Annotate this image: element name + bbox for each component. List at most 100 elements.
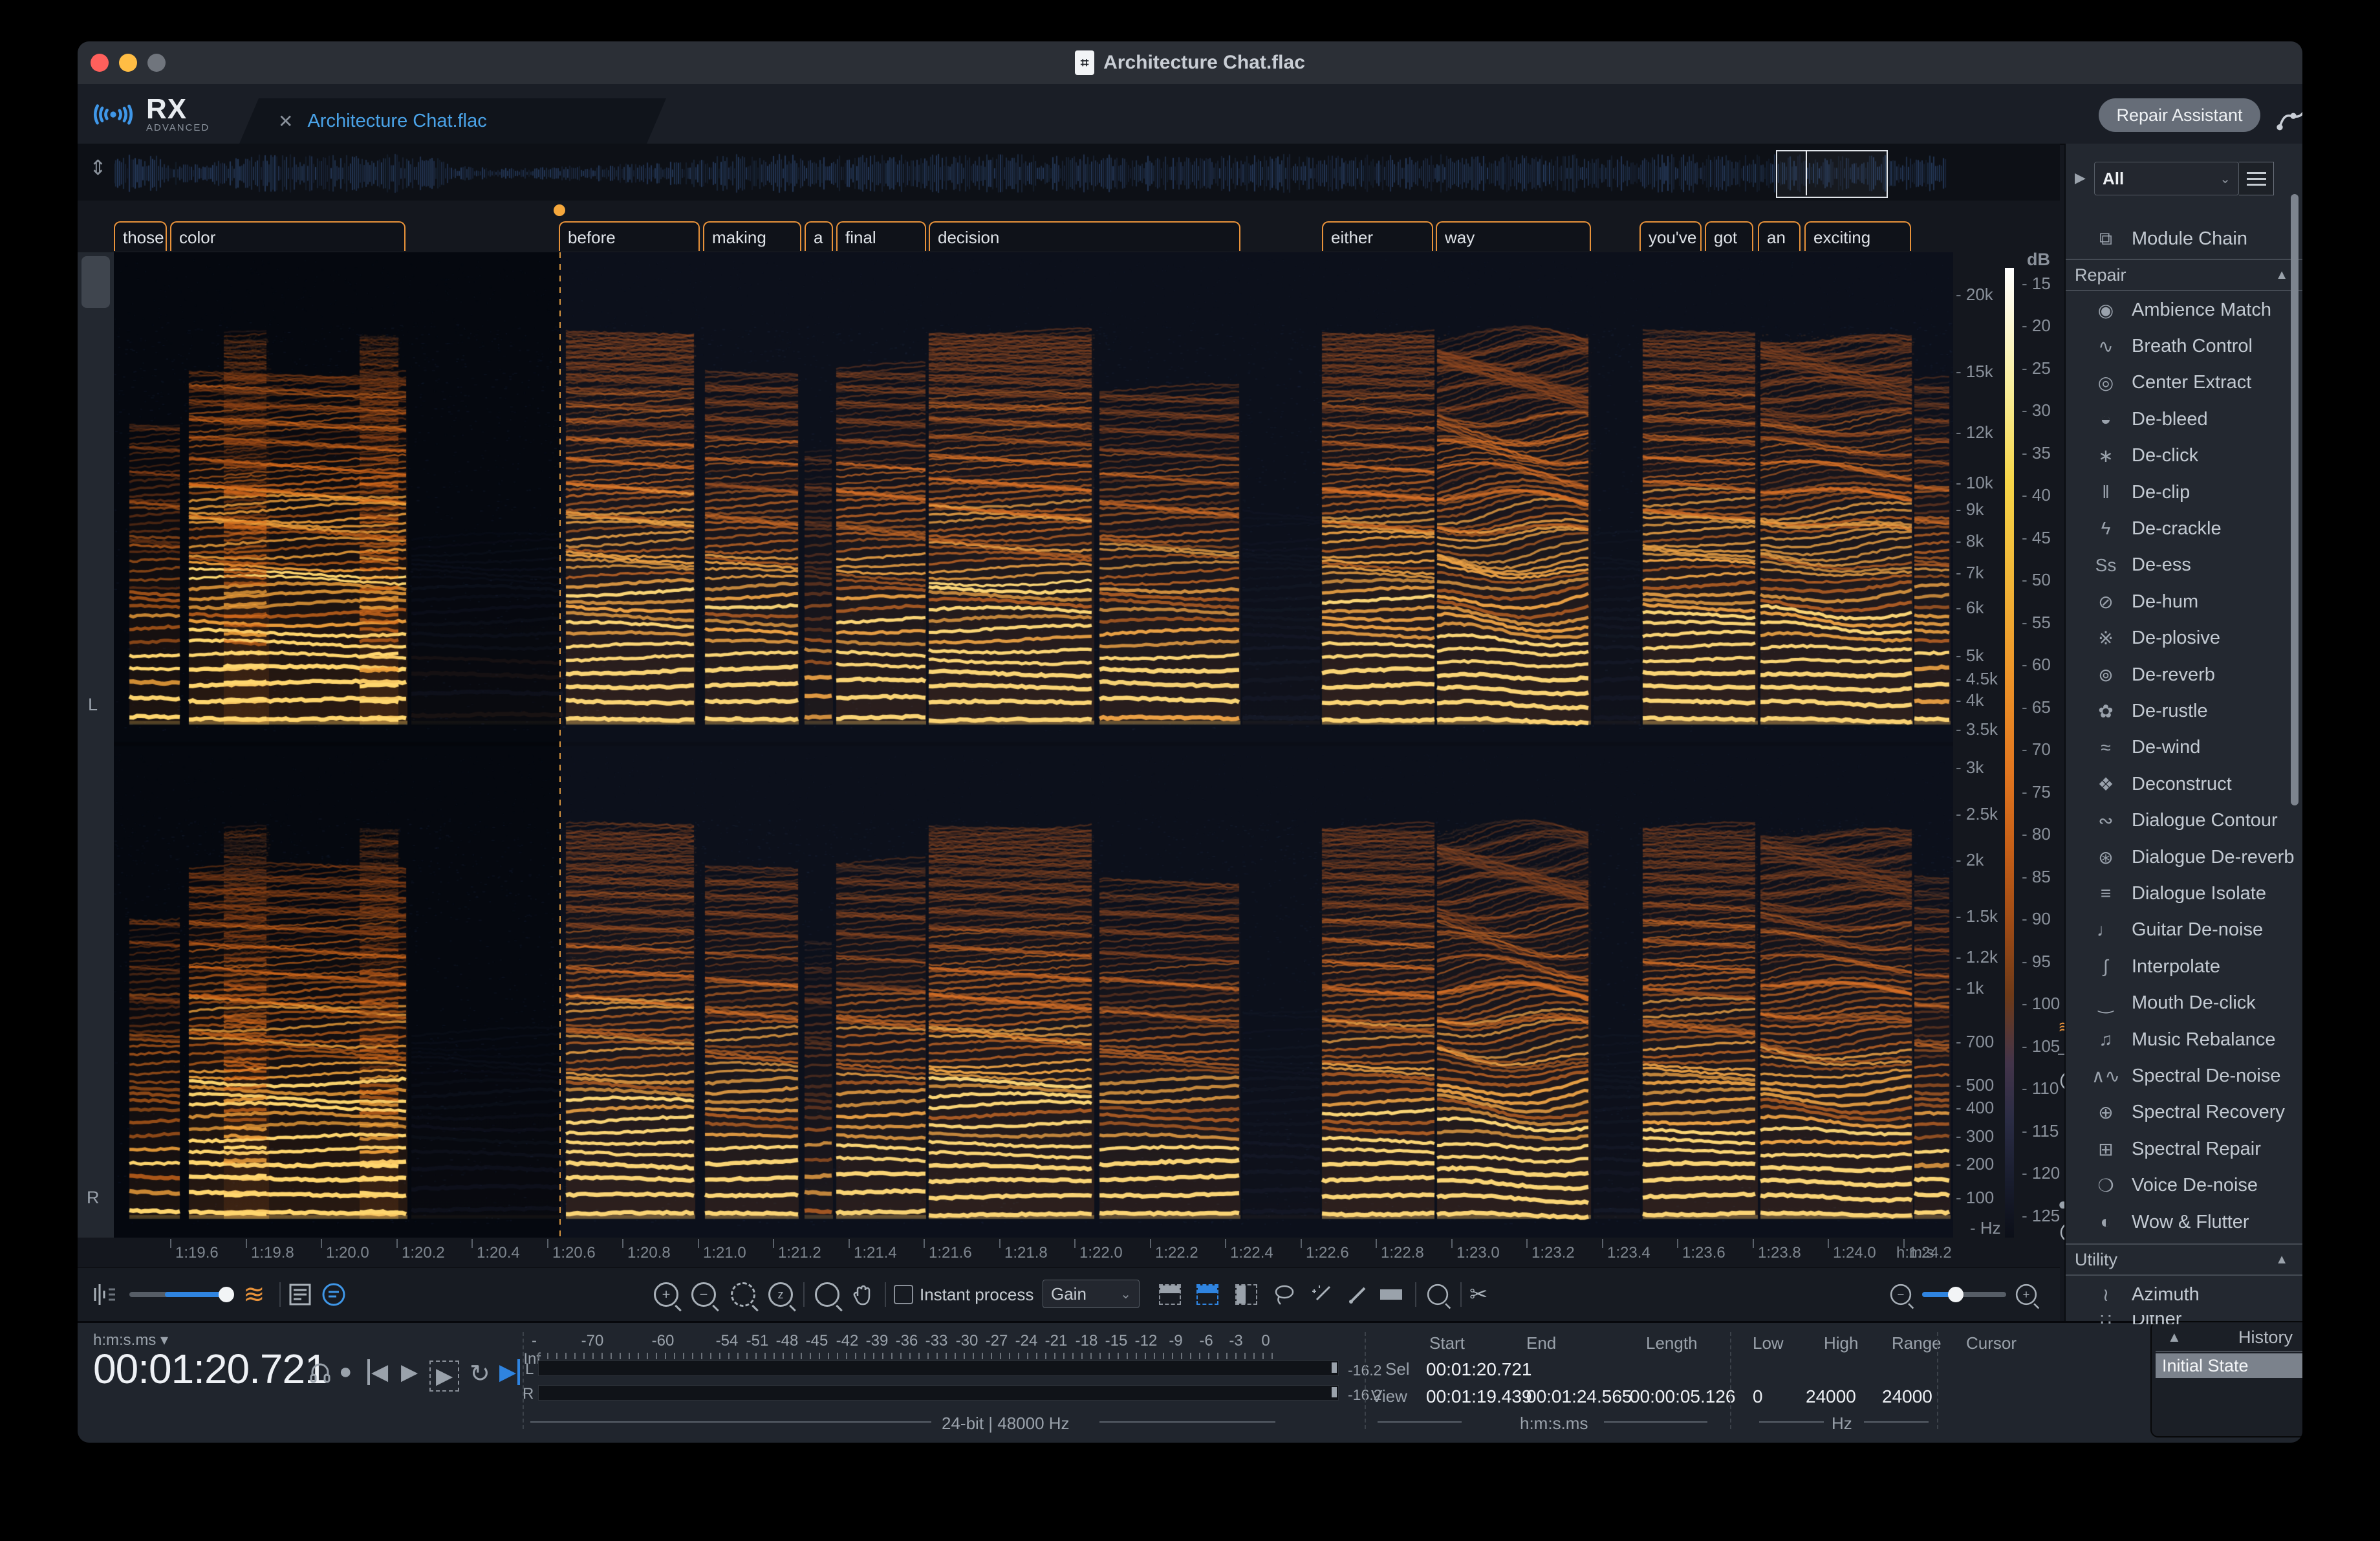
brush-tool-icon[interactable] xyxy=(1347,1280,1370,1309)
module-list-scrollbar[interactable] xyxy=(2291,194,2299,805)
record-button[interactable]: ● xyxy=(339,1359,352,1384)
word-marker[interactable]: color xyxy=(170,221,406,251)
h-zoom-out-icon[interactable]: − xyxy=(1888,1280,1913,1309)
word-marker[interactable]: those xyxy=(114,221,167,251)
word-marker[interactable]: exciting xyxy=(1804,221,1911,251)
comments-icon[interactable] xyxy=(321,1280,347,1309)
module-item[interactable]: ◐Wow & Flutter xyxy=(2066,1206,2302,1238)
collapse-triangle-icon[interactable]: ▲ xyxy=(2275,1252,2288,1267)
module-item[interactable]: SsDe-ess xyxy=(2066,549,2302,582)
history-item[interactable]: Initial State xyxy=(2156,1353,2302,1378)
module-item[interactable]: ∧∿Spectral De-noise xyxy=(2066,1060,2302,1092)
tab-close-icon[interactable]: ✕ xyxy=(278,111,293,132)
zoom-reset-icon[interactable]: z xyxy=(768,1280,793,1309)
view-balance-slider[interactable] xyxy=(129,1280,233,1309)
time-frequency-selection-tool-icon[interactable] xyxy=(1196,1280,1218,1309)
panel-collapse-icon[interactable]: ▶ xyxy=(2075,169,2086,186)
module-item[interactable]: ❖Deconstruct xyxy=(2066,768,2302,800)
module-item[interactable]: ∾Dialogue Contour xyxy=(2066,805,2302,837)
module-item[interactable]: ⊕Spectral Recovery xyxy=(2066,1097,2302,1129)
h-zoom-in-icon[interactable]: + xyxy=(2014,1280,2039,1309)
signal-flow-icon[interactable] xyxy=(2275,97,2302,133)
waveform-stats-icon[interactable] xyxy=(288,1280,312,1309)
monitor-icon[interactable] xyxy=(308,1359,332,1384)
module-item[interactable]: ∷Dither xyxy=(2066,1315,2302,1324)
instant-process-checkbox[interactable] xyxy=(894,1280,913,1309)
magic-wand-tool-icon[interactable] xyxy=(1310,1280,1334,1309)
module-item[interactable]: ϟDe-crackle xyxy=(2066,512,2302,545)
marquee-block-tool-icon[interactable] xyxy=(1380,1280,1402,1309)
playhead-marker[interactable] xyxy=(554,204,565,216)
module-item[interactable]: ♩Guitar De-noise xyxy=(2066,914,2302,946)
hand-tool-icon[interactable] xyxy=(852,1280,874,1309)
module-item[interactable]: ⊘De-hum xyxy=(2066,585,2302,618)
overview-selection-box[interactable] xyxy=(1776,150,1888,198)
module-menu-button[interactable] xyxy=(2239,162,2274,195)
view-end-value[interactable]: 00:01:24.565 xyxy=(1526,1386,1632,1407)
word-marker[interactable]: decision xyxy=(929,221,1240,251)
module-item[interactable]: ≡Dialogue Isolate xyxy=(2066,877,2302,910)
module-item[interactable]: ‖De-clip xyxy=(2066,476,2302,508)
zoom-out-icon[interactable]: − xyxy=(691,1280,716,1309)
module-item[interactable]: ♫Music Rebalance xyxy=(2066,1023,2302,1056)
module-item[interactable]: ◉Ambience Match xyxy=(2066,294,2302,326)
play-selection-button[interactable]: ▶ xyxy=(429,1361,459,1392)
word-marker[interactable]: before xyxy=(559,221,700,251)
zoom-in-icon[interactable]: + xyxy=(654,1280,678,1309)
module-item[interactable]: ⊚De-reverb xyxy=(2066,659,2302,691)
word-marker[interactable]: a xyxy=(805,221,833,251)
repair-assistant-button[interactable]: Repair Assistant xyxy=(2099,98,2260,132)
module-item[interactable]: ‿Mouth De-click xyxy=(2066,987,2302,1020)
module-item[interactable]: ⊞Spectral Repair xyxy=(2066,1133,2302,1165)
loop-button[interactable]: ↻ xyxy=(470,1359,490,1388)
module-item[interactable]: ∿Breath Control xyxy=(2066,330,2302,362)
section-header-utility[interactable]: Utility▲ xyxy=(2066,1243,2302,1276)
play-button[interactable]: ▶ xyxy=(401,1359,418,1385)
module-item[interactable]: ※De-plosive xyxy=(2066,622,2302,655)
view-low-value[interactable]: 0 xyxy=(1753,1386,1763,1407)
module-item[interactable]: ◒De-bleed xyxy=(2066,403,2302,435)
word-marker[interactable]: got xyxy=(1705,221,1753,251)
zoom-small-icon[interactable] xyxy=(1425,1280,1450,1309)
lasso-tool-icon[interactable] xyxy=(1273,1280,1296,1309)
overview-waveform[interactable] xyxy=(114,150,1947,197)
gutter-scroll-thumb[interactable] xyxy=(81,256,110,308)
view-length-value[interactable]: 00:00:05.126 xyxy=(1630,1386,1736,1407)
collapse-triangle-icon[interactable]: ▲ xyxy=(2275,268,2288,283)
module-item[interactable]: ∫Interpolate xyxy=(2066,950,2302,983)
sel-start-value[interactable]: 00:01:20.721 xyxy=(1426,1359,1532,1380)
zoom-tool-icon[interactable] xyxy=(815,1280,839,1309)
play-to-end-button[interactable]: ▶ xyxy=(499,1359,520,1385)
playhead-time-display[interactable]: 00:01:20.721 xyxy=(93,1345,327,1393)
module-chain-item[interactable]: ⧉Module Chain xyxy=(2066,223,2302,255)
module-item[interactable]: ⊛Dialogue De-reverb xyxy=(2066,841,2302,873)
module-item[interactable]: ∗De-click xyxy=(2066,440,2302,472)
h-zoom-slider[interactable] xyxy=(1922,1280,2006,1309)
word-marker[interactable]: an xyxy=(1758,221,1801,251)
time-selection-tool-icon[interactable] xyxy=(1159,1280,1181,1309)
module-filter-select[interactable]: All ⌄ xyxy=(2094,162,2239,195)
word-marker[interactable]: you've xyxy=(1639,221,1702,251)
view-balance-knob[interactable] xyxy=(219,1287,234,1302)
zoom-selection-icon[interactable] xyxy=(731,1280,755,1309)
instant-process-mode-select[interactable]: Gain ⌄ xyxy=(1043,1280,1140,1308)
word-marker[interactable]: final xyxy=(836,221,926,251)
view-high-value[interactable]: 24000 xyxy=(1806,1386,1856,1407)
section-header-repair[interactable]: Repair▲ xyxy=(2066,259,2302,291)
spectrogram-settings-icon[interactable]: ≋ xyxy=(243,1280,265,1309)
word-marker[interactable]: way xyxy=(1436,221,1591,251)
overview-resize-icon[interactable]: ⇕ xyxy=(89,155,107,180)
view-range-value[interactable]: 24000 xyxy=(1882,1386,1932,1407)
skip-to-start-button[interactable]: ◀ xyxy=(367,1359,388,1385)
module-item[interactable]: ◎Center Extract xyxy=(2066,367,2302,399)
word-marker[interactable]: making xyxy=(703,221,801,251)
view-start-value[interactable]: 00:01:19.439 xyxy=(1426,1386,1532,1407)
file-tab[interactable]: ✕ Architecture Chat.flac xyxy=(239,98,666,144)
module-item[interactable]: ≈De-wind xyxy=(2066,732,2302,764)
scissors-icon[interactable]: ✂ xyxy=(1469,1280,1488,1309)
module-item[interactable]: ≀Azimuth xyxy=(2066,1278,2302,1311)
h-zoom-knob[interactable] xyxy=(1948,1287,1964,1302)
frequency-selection-tool-icon[interactable] xyxy=(1235,1280,1257,1309)
word-marker[interactable]: either xyxy=(1322,221,1433,251)
module-item[interactable]: ✿De-rustle xyxy=(2066,695,2302,727)
